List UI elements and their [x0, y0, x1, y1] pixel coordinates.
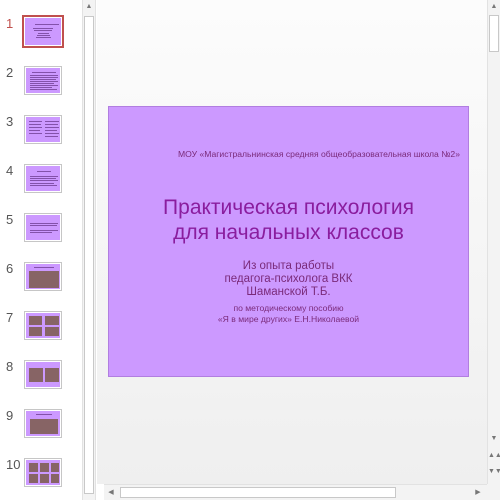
slide-thumbnail-preview [26, 362, 60, 387]
slide-subtitle-line-3[interactable]: Шаманской Т.Б. [109, 286, 468, 299]
scrollbar-thumb[interactable] [84, 16, 94, 494]
slide-thumbnail-preview [26, 460, 60, 485]
slide-thumbnail-2[interactable]: 2 [0, 65, 82, 105]
slide-thumbnail-frame[interactable] [24, 409, 62, 438]
slide-thumbnail-preview [26, 117, 60, 142]
slide-thumbnail-frame[interactable] [24, 213, 62, 242]
slide-number: 8 [6, 359, 14, 374]
next-slide-icon[interactable]: ▼▼ [488, 468, 500, 481]
slide-thumbnail-frame[interactable] [24, 66, 62, 95]
slide-number: 1 [6, 16, 14, 31]
slide-thumbnail-frame[interactable] [24, 262, 62, 291]
slide-thumbnail-3[interactable]: 3 [0, 114, 82, 154]
slide-school-name[interactable]: МОУ «Магистральнинская средняя общеобраз… [109, 149, 468, 159]
slide-thumbnail-preview [26, 313, 60, 338]
slide-thumbnail-1[interactable]: 1 [0, 15, 82, 56]
slide-number: 5 [6, 212, 14, 227]
slide-editing-area: МОУ «Магистральнинская средняя общеобраз… [97, 0, 487, 484]
slide-thumbnail-7[interactable]: 7 [0, 310, 82, 350]
editor-horizontal-scrollbar[interactable]: ◀ ▶ [104, 484, 487, 500]
slide-thumbnail-frame[interactable] [24, 311, 62, 340]
slide-title-line-1: Практическая психология [163, 196, 414, 219]
slide-thumbnail-preview [26, 68, 60, 93]
scrollbar-thumb[interactable] [489, 15, 499, 52]
slide-thumbnail-8[interactable]: 8 [0, 359, 82, 399]
slide-thumbnail-preview [26, 264, 60, 289]
slide-thumbnail-frame[interactable] [24, 164, 62, 193]
slide-thumbnail-preview [26, 166, 60, 191]
previous-slide-icon[interactable]: ▲▲ [488, 452, 500, 465]
slide-title[interactable]: Практическая психология для начальных кл… [109, 195, 468, 245]
slide-thumbnail-preview [25, 18, 61, 45]
slide-thumbnail-frame[interactable] [22, 15, 64, 48]
slide-thumbnail-preview [26, 411, 60, 436]
slide-title-line-2: для начальных классов [173, 221, 404, 244]
slide-subtitle-line-4[interactable]: по методическому пособию [109, 303, 468, 314]
scroll-down-icon[interactable]: ▼ [488, 432, 500, 445]
slide-subtitle-line-2[interactable]: педагога-психолога ВКК [109, 273, 468, 286]
slide-thumbnail-6[interactable]: 6 [0, 261, 82, 301]
slide-number: 6 [6, 261, 14, 276]
slide-thumbnail-5[interactable]: 5 [0, 212, 82, 252]
slide-number: 10 [6, 457, 21, 472]
slide-thumbnail-preview [26, 215, 60, 240]
slide-number: 4 [6, 163, 14, 178]
slide-thumbnail-4[interactable]: 4 [0, 163, 82, 203]
scrollbar-thumb[interactable] [120, 487, 396, 498]
scrollbar-corner [487, 484, 500, 500]
slide-subtitle-line-5[interactable]: «Я в мире других» Е.Н.Николаевой [109, 314, 468, 325]
thumbnail-pane-scrollbar[interactable]: ▲ [82, 0, 96, 500]
scroll-up-icon[interactable]: ▲ [488, 0, 500, 13]
scroll-right-icon[interactable]: ▶ [471, 485, 485, 500]
slide-thumbnail-frame[interactable] [24, 458, 62, 487]
scroll-up-icon[interactable]: ▲ [83, 0, 95, 14]
slide-thumbnail-frame[interactable] [24, 360, 62, 389]
current-slide[interactable]: МОУ «Магистральнинская средняя общеобраз… [108, 106, 469, 377]
slide-number: 9 [6, 408, 14, 423]
slide-thumbnail-pane: 1 2 3 4 5 6 7 8 9 10 [0, 0, 82, 500]
slide-subtitle-line-1[interactable]: Из опыта работы [109, 260, 468, 273]
slide-number: 7 [6, 310, 14, 325]
editor-vertical-scrollbar[interactable]: ▲ ▼ ▲▲ ▼▼ [487, 0, 500, 484]
scroll-left-icon[interactable]: ◀ [104, 485, 118, 500]
slide-thumbnail-10[interactable]: 10 [0, 457, 82, 497]
slide-number: 3 [6, 114, 14, 129]
slide-number: 2 [6, 65, 14, 80]
slide-thumbnail-frame[interactable] [24, 115, 62, 144]
slide-thumbnail-9[interactable]: 9 [0, 408, 82, 448]
